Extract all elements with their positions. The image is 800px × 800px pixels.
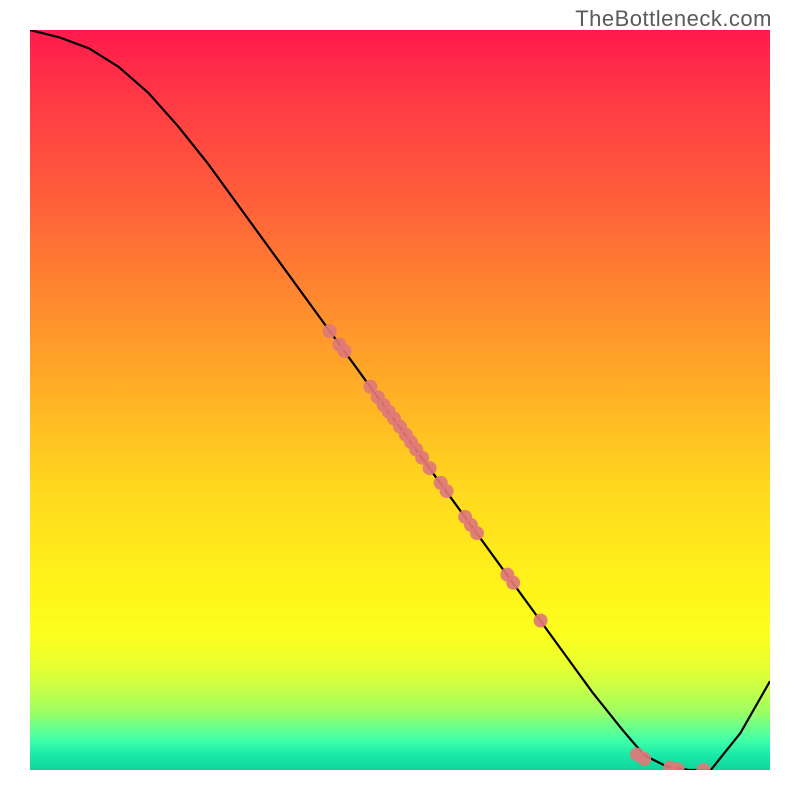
data-point xyxy=(696,763,710,770)
scatter-points xyxy=(323,324,711,770)
chart-svg xyxy=(30,30,770,770)
chart-container: TheBottleneck.com xyxy=(0,0,800,800)
data-point xyxy=(323,324,337,338)
data-point xyxy=(470,526,484,540)
data-point xyxy=(506,576,520,590)
data-point xyxy=(423,461,437,475)
plot-area xyxy=(30,30,770,770)
data-point xyxy=(534,614,548,628)
data-point xyxy=(338,344,352,358)
bottleneck-curve xyxy=(30,30,770,770)
data-point xyxy=(637,752,651,766)
watermark-text: TheBottleneck.com xyxy=(575,6,772,32)
data-point xyxy=(440,484,454,498)
